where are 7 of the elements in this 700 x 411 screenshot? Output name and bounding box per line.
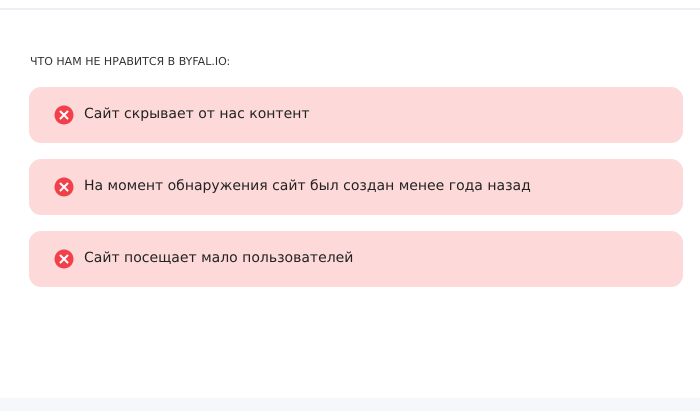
error-icon [54, 104, 74, 124]
error-icon [54, 248, 74, 268]
error-icon [54, 176, 74, 196]
section-heading: ЧТО НАМ НЕ НРАВИТСЯ В BYFAL.IO: [30, 54, 232, 70]
issue-text: Сайт скрывает от нас контент [84, 105, 310, 124]
issue-text: На момент обнаружения сайт был создан менее года назад [84, 177, 531, 196]
issue-text: Сайт посещает мало пользователей [84, 249, 354, 268]
